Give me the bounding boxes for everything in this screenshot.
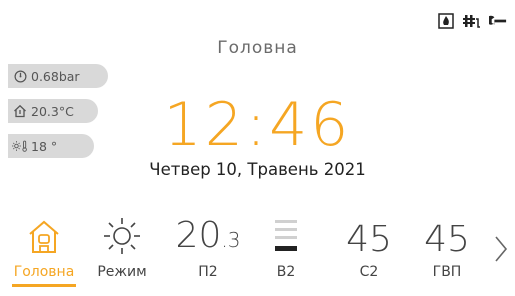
sun-icon — [102, 216, 142, 260]
p2-value: 20.3 — [175, 215, 241, 256]
nav-c2-label: С2 — [359, 264, 379, 280]
nav-p2-label: П2 — [198, 264, 218, 280]
nav-b2[interactable]: В2 — [254, 212, 318, 280]
heat-pump-icon — [463, 12, 481, 30]
clock-date: Четвер 10, Травень 2021 — [149, 160, 366, 179]
pressure-gauge-icon — [12, 68, 28, 84]
nav-home-label: Головна — [13, 264, 75, 280]
fireplace-icon — [437, 12, 455, 30]
status-icons — [437, 12, 507, 30]
nav-dhw[interactable]: 45 ГВП — [412, 212, 482, 281]
bottom-nav: Головна Режим 20.3 П2 В2 45 С2 45 ГВП — [0, 212, 515, 296]
active-tab-underline — [12, 284, 76, 287]
pressure-value: 0.68bar — [31, 68, 80, 84]
nav-c2[interactable]: 45 С2 — [334, 212, 404, 281]
nav-mode[interactable]: Режим — [82, 212, 162, 280]
nav-p2[interactable]: 20.3 П2 — [172, 212, 244, 281]
clock-time: 12:46 — [163, 90, 352, 160]
pressure-pill: 0.68bar — [8, 64, 108, 88]
nav-b2-label: В2 — [276, 264, 296, 280]
nav-dhw-label: ГВП — [432, 264, 462, 280]
p2-decimal: .3 — [221, 228, 241, 252]
service-wrench-icon[interactable] — [489, 12, 507, 30]
nav-home[interactable]: Головна — [4, 212, 84, 280]
dhw-value: 45 — [424, 219, 470, 260]
nav-mode-label: Режим — [97, 264, 147, 280]
home-icon — [27, 218, 61, 260]
page-title: Головна — [217, 38, 298, 58]
chevron-right-icon[interactable] — [493, 234, 509, 268]
c2-value: 45 — [346, 219, 392, 260]
level-bars-icon — [271, 216, 301, 260]
